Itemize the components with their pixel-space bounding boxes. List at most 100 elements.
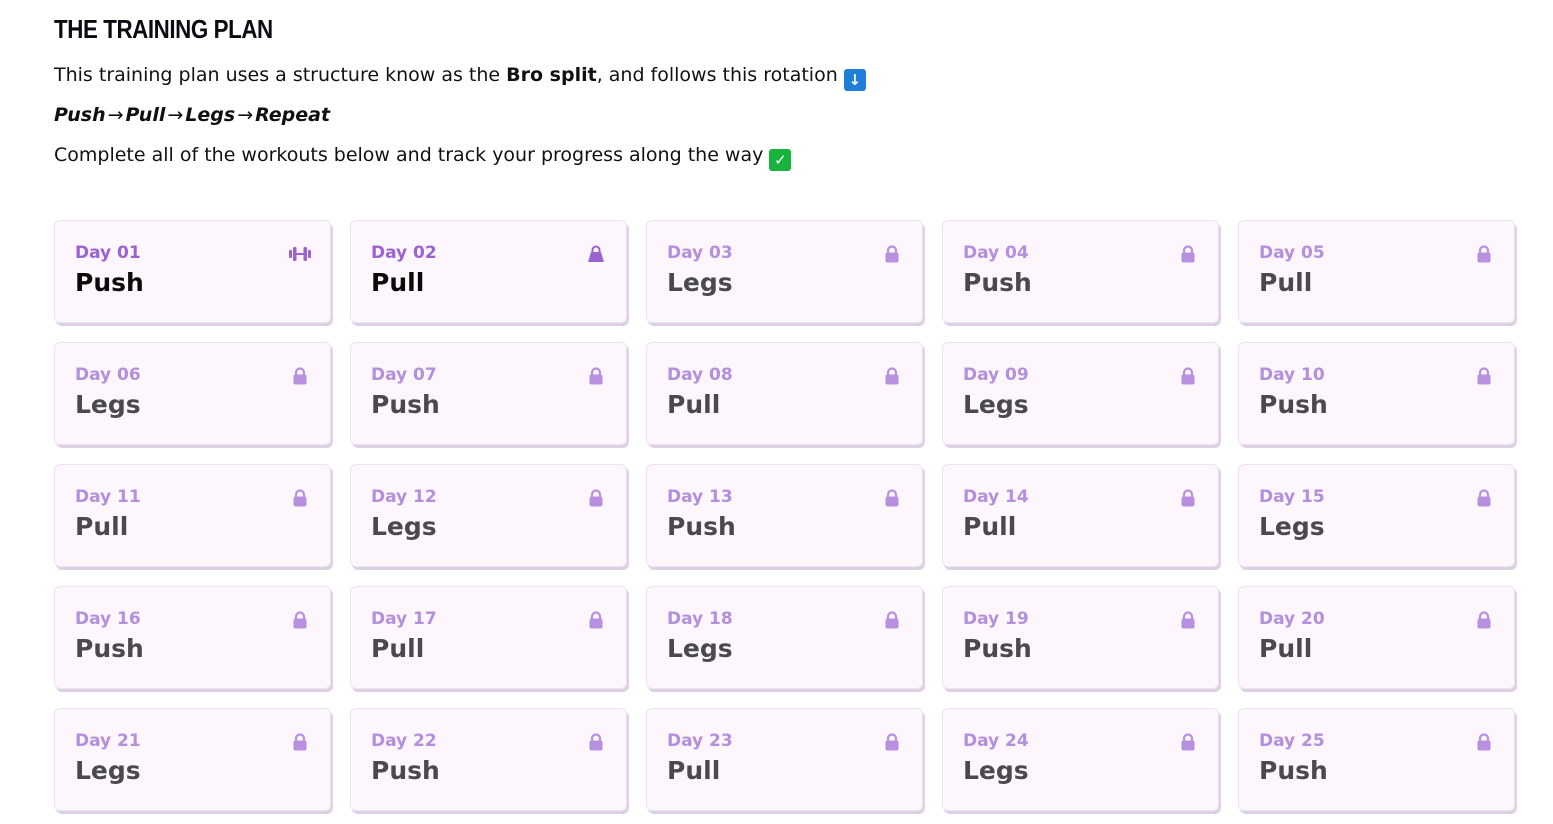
lock-icon <box>1178 610 1198 630</box>
day-label: Day 19 <box>963 609 1029 629</box>
workout-name: Push <box>963 634 1032 663</box>
completion-instructions: Complete all of the workouts below and t… <box>54 142 792 171</box>
day-label: Day 16 <box>75 609 141 629</box>
day-label: Day 07 <box>371 365 437 385</box>
lock-icon <box>290 488 310 508</box>
day-card[interactable]: Day 03 Legs <box>646 220 923 323</box>
right-arrow-icon: → <box>167 104 184 126</box>
workout-name: Push <box>1259 390 1328 419</box>
lock-icon <box>882 732 902 752</box>
workout-name: Pull <box>1259 268 1313 297</box>
day-label: Day 10 <box>1259 365 1325 385</box>
rotation-step-repeat: Repeat <box>255 104 331 126</box>
day-card[interactable]: Day 01 Push <box>54 220 331 323</box>
lock-icon <box>882 366 902 386</box>
lock-icon <box>586 366 606 386</box>
workout-name: Legs <box>75 756 141 785</box>
day-label: Day 14 <box>963 487 1029 507</box>
day-label: Day 06 <box>75 365 141 385</box>
lock-icon <box>882 244 902 264</box>
day-card[interactable]: Day 18 Legs <box>646 586 923 689</box>
lock-icon <box>586 610 606 630</box>
workout-name: Push <box>75 268 144 297</box>
workout-name: Pull <box>371 268 425 297</box>
day-card[interactable]: Day 07 Push <box>350 342 627 445</box>
day-card[interactable]: Day 22 Push <box>350 708 627 811</box>
day-card[interactable]: Day 10 Push <box>1238 342 1515 445</box>
day-card[interactable]: Day 09 Legs <box>942 342 1219 445</box>
right-arrow-icon: → <box>107 104 124 126</box>
day-label: Day 22 <box>371 731 437 751</box>
right-arrow-icon: → <box>237 104 254 126</box>
day-card[interactable]: Day 02 Pull <box>350 220 627 323</box>
day-card[interactable]: Day 16 Push <box>54 586 331 689</box>
workout-name: Legs <box>667 634 733 663</box>
kettlebell-icon <box>586 244 606 264</box>
day-card[interactable]: Day 19 Push <box>942 586 1219 689</box>
workout-name: Pull <box>1259 634 1313 663</box>
day-card[interactable]: Day 12 Legs <box>350 464 627 567</box>
day-label: Day 11 <box>75 487 141 507</box>
workout-name: Legs <box>1259 512 1325 541</box>
day-card[interactable]: Day 13 Push <box>646 464 923 567</box>
day-card[interactable]: Day 23 Pull <box>646 708 923 811</box>
day-card[interactable]: Day 14 Pull <box>942 464 1219 567</box>
workout-name: Pull <box>75 512 129 541</box>
page-title: THE TRAINING PLAN <box>54 14 273 44</box>
bro-split-term: Bro split <box>506 64 597 86</box>
workout-name: Push <box>371 390 440 419</box>
intro-text: This training plan uses a structure know… <box>54 62 866 91</box>
down-arrow-icon: ↓ <box>843 69 866 91</box>
day-card[interactable]: Day 25 Push <box>1238 708 1515 811</box>
day-card[interactable]: Day 15 Legs <box>1238 464 1515 567</box>
day-card[interactable]: Day 21 Legs <box>54 708 331 811</box>
lock-icon <box>1474 610 1494 630</box>
rotation-sequence: Push → Pull → Legs → Repeat <box>54 102 330 128</box>
intro-suffix: , and follows this rotation <box>596 64 838 86</box>
workout-name: Push <box>371 756 440 785</box>
workout-name: Legs <box>371 512 437 541</box>
day-card[interactable]: Day 17 Pull <box>350 586 627 689</box>
day-card-grid: Day 01 Push Day 02 Pull Day 03 Legs Day 04 Push… <box>54 220 1515 811</box>
day-label: Day 01 <box>75 243 141 263</box>
day-label: Day 17 <box>371 609 437 629</box>
workout-name: Legs <box>963 390 1029 419</box>
workout-name: Legs <box>75 390 141 419</box>
day-card[interactable]: Day 06 Legs <box>54 342 331 445</box>
workout-name: Legs <box>667 268 733 297</box>
lock-icon <box>1474 488 1494 508</box>
workout-name: Push <box>75 634 144 663</box>
lock-icon <box>1474 732 1494 752</box>
day-label: Day 05 <box>1259 243 1325 263</box>
lock-icon <box>1474 366 1494 386</box>
day-label: Day 08 <box>667 365 733 385</box>
day-card[interactable]: Day 08 Pull <box>646 342 923 445</box>
rotation-step-push: Push <box>54 104 106 126</box>
lock-icon <box>586 488 606 508</box>
lock-icon <box>1178 244 1198 264</box>
rotation-step-legs: Legs <box>185 104 236 126</box>
workout-name: Pull <box>667 390 721 419</box>
day-card[interactable]: Day 20 Pull <box>1238 586 1515 689</box>
workout-name: Push <box>667 512 736 541</box>
day-label: Day 12 <box>371 487 437 507</box>
lock-icon <box>1178 732 1198 752</box>
day-label: Day 02 <box>371 243 437 263</box>
completion-text: Complete all of the workouts below and t… <box>54 144 764 166</box>
dumbbell-icon <box>288 244 312 264</box>
rotation-step-pull: Pull <box>125 104 166 126</box>
day-label: Day 18 <box>667 609 733 629</box>
workout-name: Pull <box>371 634 425 663</box>
lock-icon <box>1178 488 1198 508</box>
day-label: Day 21 <box>75 731 141 751</box>
day-label: Day 13 <box>667 487 733 507</box>
lock-icon <box>290 610 310 630</box>
workout-name: Pull <box>963 512 1017 541</box>
day-card[interactable]: Day 04 Push <box>942 220 1219 323</box>
day-card[interactable]: Day 11 Pull <box>54 464 331 567</box>
check-mark-icon: ✓ <box>769 149 792 171</box>
workout-name: Push <box>1259 756 1328 785</box>
lock-icon <box>290 732 310 752</box>
day-card[interactable]: Day 24 Legs <box>942 708 1219 811</box>
day-card[interactable]: Day 05 Pull <box>1238 220 1515 323</box>
